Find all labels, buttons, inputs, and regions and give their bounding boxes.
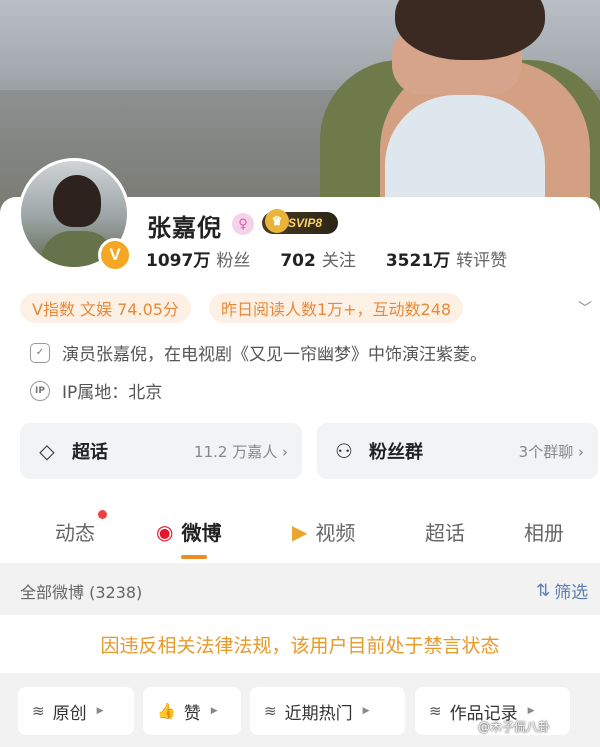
chip-label: 近期热门	[284, 703, 353, 724]
svip-label: SVIP8	[288, 216, 323, 230]
tab-label: 相册	[524, 521, 564, 545]
stat-followers[interactable]: 1097万 粉丝	[146, 246, 250, 271]
entry-subtitle: 11.2 万嘉人 ›	[194, 442, 288, 461]
filter-label: 筛选	[554, 583, 589, 603]
chip-original[interactable]: ≋ 原创 ▶	[18, 687, 134, 735]
bio-row: ✓ 演员张嘉倪，在电视剧《又见一帘幽梦》中饰演汪紫菱。	[30, 340, 487, 365]
verified-shield-icon: ✓	[30, 342, 50, 363]
all-weibo-count: 全部微博 (3238)	[20, 583, 143, 602]
active-tab-indicator	[181, 555, 207, 559]
stat-label: 粉丝	[216, 251, 251, 271]
banned-notice: 因违反相关法律法规，该用户目前处于禁言状态	[0, 615, 600, 673]
diamond-icon: ◇	[39, 439, 55, 463]
filter-icon: ⇅	[536, 580, 551, 601]
entry-title: 超话	[72, 442, 108, 463]
layers-icon: ≋	[429, 702, 442, 720]
v-index-tag[interactable]: V指数 文娱 74.05分	[20, 293, 191, 323]
reading-stats-tag[interactable]: 昨日阅读人数1万+，互动数248	[208, 293, 464, 323]
stat-reposts-comments-likes[interactable]: 3521万 转评赞	[386, 246, 507, 271]
profile-name: 张嘉倪	[147, 214, 222, 242]
crown-icon: ♛	[265, 209, 289, 233]
super-topic-entry[interactable]: ◇ 超话 11.2 万嘉人 ›	[20, 423, 302, 479]
caret-right-icon: ▶	[96, 706, 104, 716]
verified-badge-icon: V	[98, 238, 132, 272]
chip-label: 原创	[52, 703, 87, 724]
fan-group-entry[interactable]: ⚇ 粉丝群 3个群聊 ›	[317, 423, 598, 479]
profile-tags: V指数 文娱 74.05分 昨日阅读人数1万+，互动数248	[20, 293, 464, 323]
entry-subtitle: 3个群聊 ›	[518, 442, 584, 461]
caret-right-icon: ▶	[362, 706, 370, 716]
layers-icon: ≋	[32, 702, 45, 720]
tab-label: 超话	[425, 521, 465, 545]
tab-label: 视频	[315, 521, 356, 545]
tab-label: 微博	[181, 521, 222, 545]
female-gender-icon: ♀	[232, 213, 254, 235]
layers-icon: ≋	[264, 702, 277, 720]
tab-super-topic[interactable]: 超话	[425, 517, 465, 546]
bio-text: 演员张嘉倪，在电视剧《又见一帘幽梦》中饰演汪紫菱。	[62, 345, 487, 365]
profile-stats: 1097万 粉丝 702 关注 3521万 转评赞	[146, 246, 507, 271]
tab-video[interactable]: ▶ 视频	[292, 517, 355, 546]
tab-weibo[interactable]: ◉ 微博	[156, 517, 221, 546]
ip-icon: IP	[30, 380, 50, 401]
chip-liked[interactable]: 👍 赞 ▶	[143, 687, 241, 735]
stat-value: 3521万	[385, 251, 451, 271]
chip-recent-hot[interactable]: ≋ 近期热门 ▶	[250, 687, 405, 735]
stat-value: 1097万	[146, 251, 211, 271]
entry-title: 粉丝群	[369, 442, 423, 463]
stat-value: 702	[280, 251, 316, 271]
video-icon: ▶	[292, 519, 308, 544]
ip-row: IP IP属地：北京	[30, 378, 162, 403]
thumbs-up-icon: 👍	[157, 702, 176, 720]
chevron-down-icon[interactable]: ﹀	[578, 298, 592, 318]
caret-right-icon: ▶	[210, 706, 218, 716]
watermark: @木子侃八卦	[478, 720, 551, 734]
ip-location-text: IP属地：北京	[62, 383, 163, 403]
chip-label: 赞	[183, 703, 201, 724]
stat-label: 转评赞	[456, 251, 508, 271]
tab-album[interactable]: 相册	[524, 517, 564, 546]
weibo-logo-icon: ◉	[156, 519, 174, 544]
notification-dot	[98, 510, 107, 519]
svip-badge[interactable]: ♛ SVIP8	[262, 209, 338, 234]
caret-right-icon: ▶	[527, 706, 535, 716]
tab-label: 动态	[55, 521, 95, 545]
people-icon: ⚇	[335, 439, 353, 463]
tab-dynamic[interactable]: 动态	[55, 517, 95, 546]
stat-label: 关注	[321, 251, 356, 271]
stat-following[interactable]: 702 关注	[280, 246, 356, 271]
filter-button[interactable]: ⇅ 筛选	[536, 578, 589, 604]
